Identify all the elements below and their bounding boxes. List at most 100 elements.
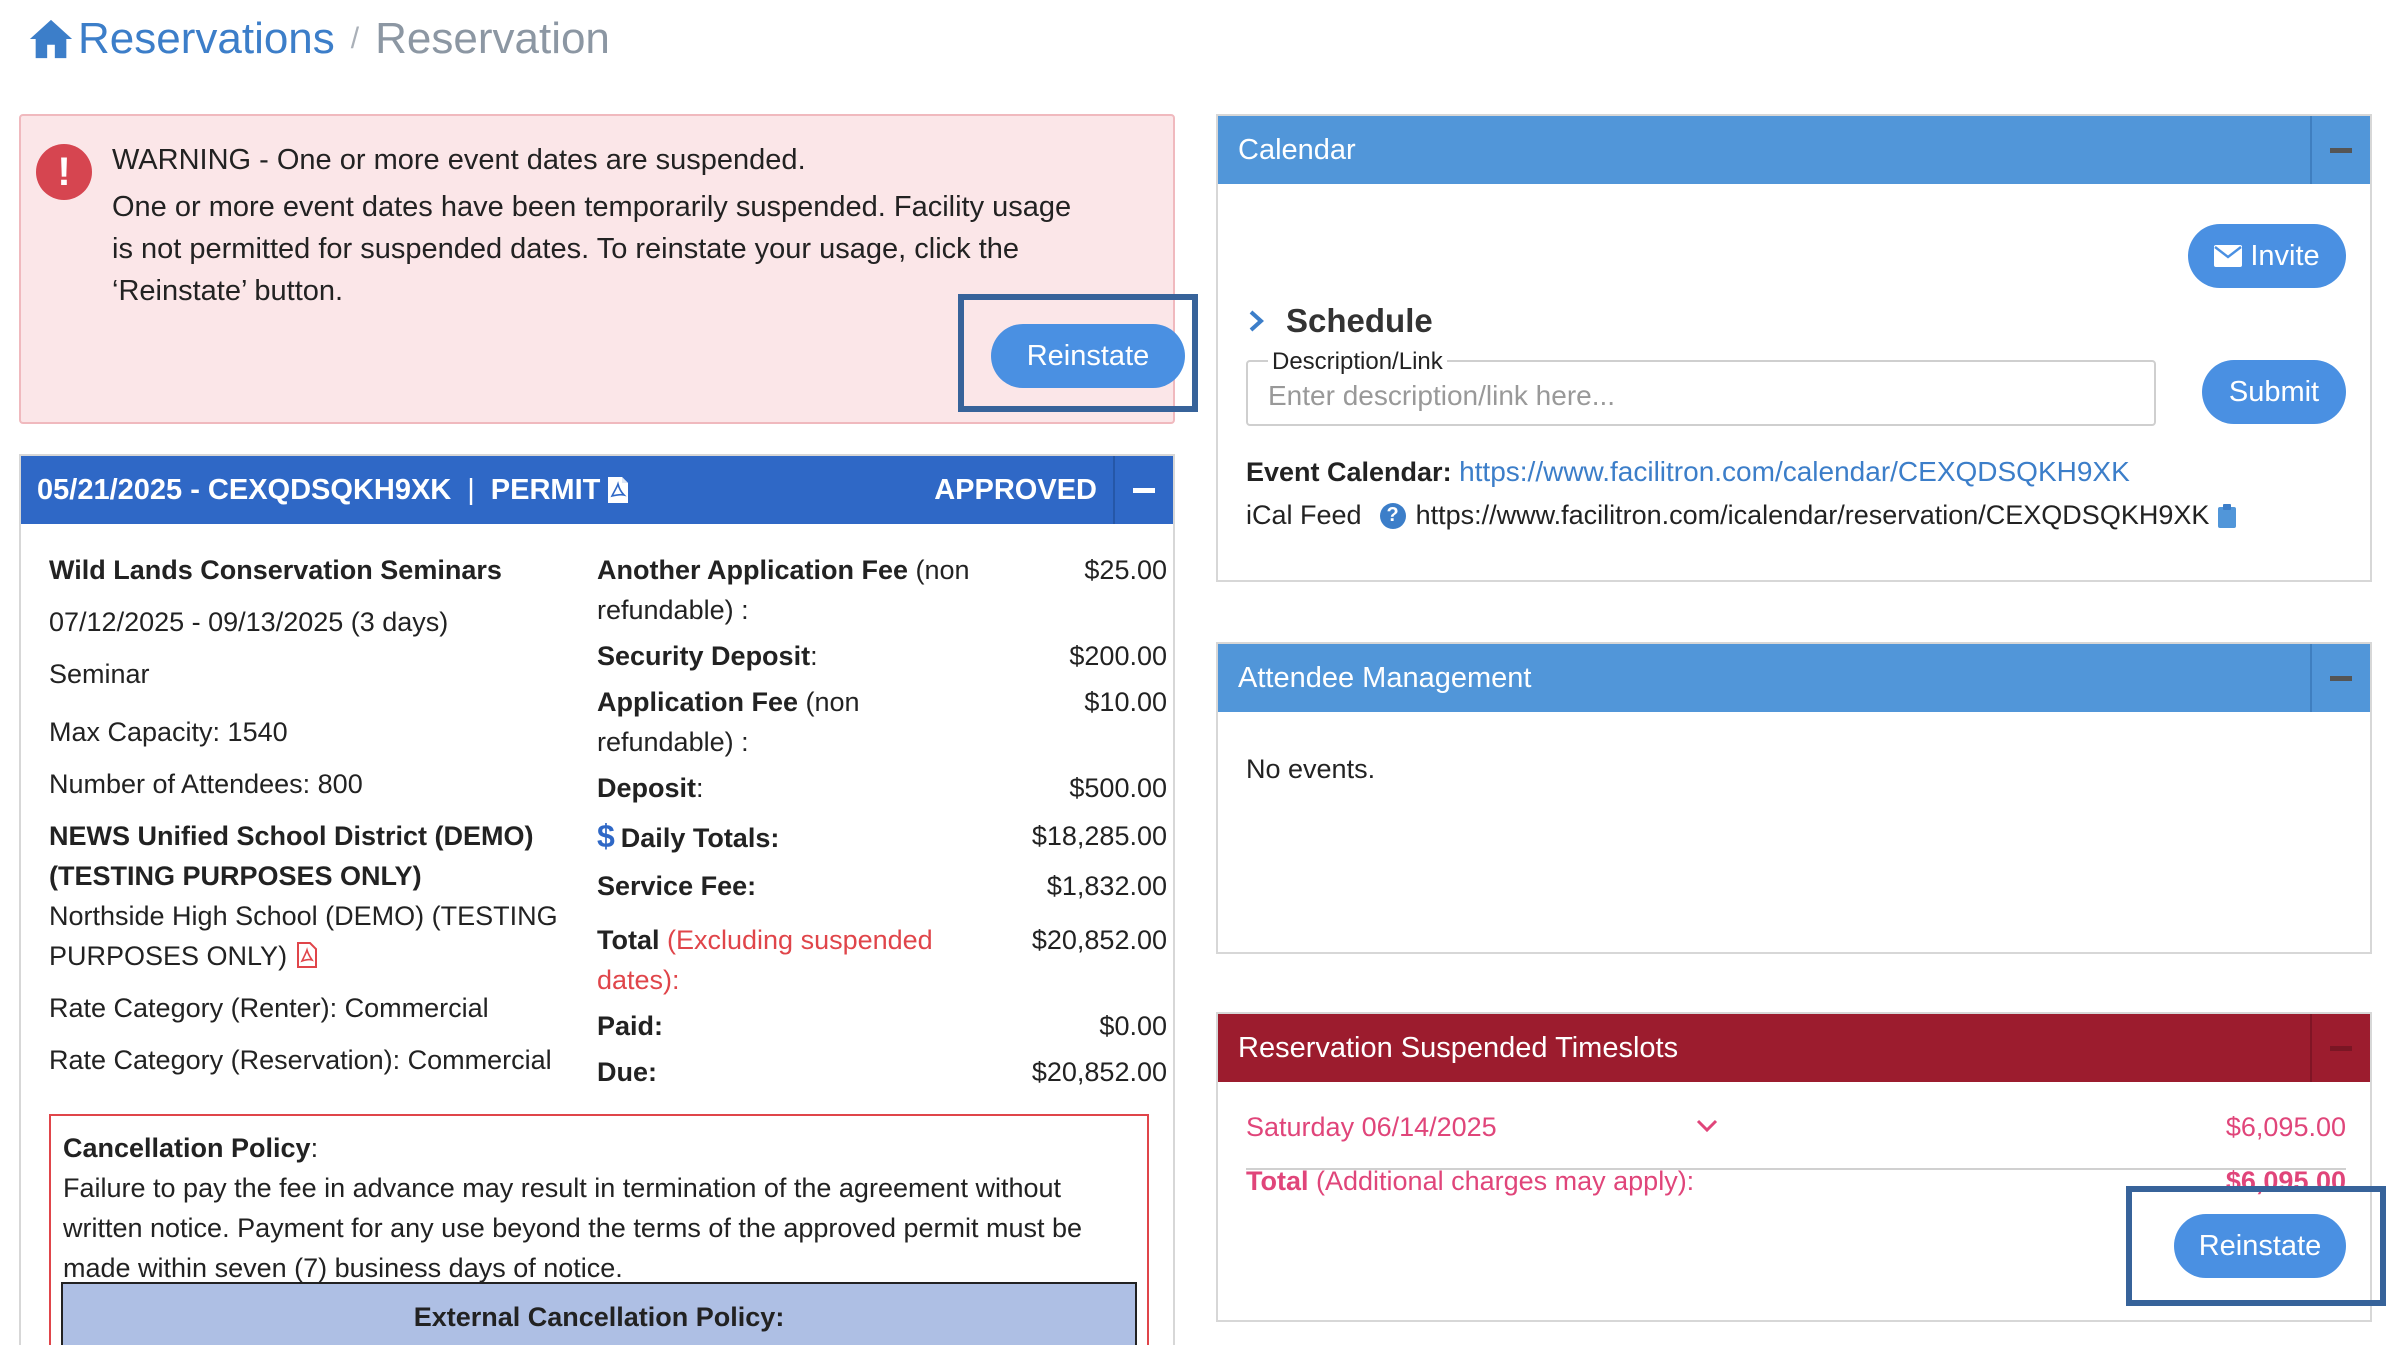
submit-button[interactable]: Submit: [2202, 360, 2346, 424]
calendar-title: Calendar: [1238, 133, 1356, 166]
minus-icon: [2330, 147, 2352, 153]
collapse-button[interactable]: [2310, 1014, 2370, 1082]
empty-state: No events.: [1246, 754, 1376, 784]
reservation-header: 05/21/2025 - CEXQDSQKH9XK | PERMIT APPRO…: [21, 456, 1173, 524]
fee-summary: Another Application Fee (non refundable)…: [597, 550, 1167, 1092]
event-title: Wild Lands Conservation Seminars: [49, 555, 502, 585]
fee-amount: $20,852.00: [1031, 925, 1167, 955]
reservation-panel: 05/21/2025 - CEXQDSQKH9XK | PERMIT APPRO…: [19, 454, 1175, 1345]
highlight-box-reinstate-top: [958, 294, 1198, 412]
event-calendar-label: Event Calendar:: [1246, 457, 1452, 487]
fee-label: Paid:: [597, 1011, 664, 1041]
reservation-date-code: 05/21/2025 - CEXQDSQKH9XK: [37, 473, 452, 506]
fee-label: Due:: [597, 1057, 657, 1087]
schedule-toggle[interactable]: Schedule: [1248, 302, 1433, 340]
fee-amount: $18,285.00: [1031, 821, 1167, 851]
mail-icon: [2214, 245, 2243, 267]
fee-label: Application Fee: [597, 687, 799, 717]
fee-amount: $25.00: [1084, 555, 1167, 585]
event-calendar: Event Calendar: https://www.facilitron.c…: [1246, 456, 2130, 488]
alert-icon: !: [36, 144, 92, 200]
breadcrumb-current: Reservation: [375, 14, 610, 63]
home-icon[interactable]: [28, 17, 74, 61]
fee-amount: $0.00: [1099, 1011, 1167, 1041]
attendee-panel: Attendee Management No events.: [1216, 642, 2372, 954]
clipboard-icon[interactable]: [2217, 503, 2237, 529]
fee-row: Another Application Fee (non refundable)…: [597, 550, 1167, 630]
fee-row: Security Deposit: $200.00: [597, 636, 1167, 676]
ical-feed: iCal Feed ? https://www.facilitron.com/i…: [1246, 500, 2237, 531]
dollar-icon[interactable]: $: [597, 818, 615, 854]
breadcrumb-reservations-link[interactable]: Reservations: [78, 14, 335, 64]
fee-label: Deposit: [597, 773, 697, 803]
reservation-details: Wild Lands Conservation Seminars 07/12/2…: [49, 550, 589, 1080]
rate-category-renter: Rate Category (Renter): Commercial: [49, 993, 489, 1023]
description-label: Description/Link: [1268, 348, 1447, 376]
ical-label: iCal Feed: [1246, 500, 1362, 530]
rate-category-reservation: Rate Category (Reservation): Commercial: [49, 1045, 552, 1075]
fee-row: Due: $20,852.00: [597, 1052, 1167, 1092]
highlight-box-reinstate-bottom: [2126, 1186, 2386, 1306]
fee-label: Security Deposit: [597, 641, 811, 671]
district-name: NEWS Unified School District (DEMO) (TES…: [49, 821, 534, 891]
suspended-total-label: Total: [1246, 1166, 1309, 1196]
event-date-range: 07/12/2025 - 09/13/2025 (3 days): [49, 607, 449, 637]
cancellation-policy: Cancellation Policy: Failure to pay the …: [49, 1114, 1149, 1345]
header-separator: |: [467, 473, 475, 506]
external-cancellation-policy: External Cancellation Policy:: [61, 1282, 1137, 1345]
calendar-header: Calendar: [1218, 116, 2370, 184]
fee-amount: $500.00: [1069, 773, 1167, 803]
cancellation-colon: :: [310, 1133, 319, 1163]
warning-title: WARNING - One or more event dates are su…: [112, 144, 806, 176]
attendee-header: Attendee Management: [1218, 644, 2370, 712]
ical-url: https://www.facilitron.com/icalendar/res…: [1415, 500, 2210, 530]
suspended-total-note: (Additional charges may apply):: [1308, 1166, 1695, 1196]
help-icon[interactable]: ?: [1379, 502, 1406, 529]
cancellation-text: Failure to pay the fee in advance may re…: [63, 1173, 1083, 1283]
minus-icon: [1133, 487, 1155, 493]
attendee-title: Attendee Management: [1238, 661, 1532, 694]
breadcrumb-separator: /: [350, 22, 360, 55]
fee-row-total: Total (Excluding suspended dates): $20,8…: [597, 920, 1167, 1000]
fee-row: Application Fee (non refundable) : $10.0…: [597, 682, 1167, 762]
cancellation-label: Cancellation Policy: [63, 1133, 311, 1163]
fee-amount: $1,832.00: [1046, 871, 1167, 901]
fee-row: Service Fee: $1,832.00: [597, 866, 1167, 906]
permit-link[interactable]: PERMIT: [491, 474, 601, 507]
reservation-status: APPROVED: [934, 473, 1097, 506]
chevron-down-icon[interactable]: [1696, 1118, 1718, 1134]
event-calendar-link[interactable]: https://www.facilitron.com/calendar/CEXQ…: [1459, 456, 2130, 487]
invite-label: Invite: [2250, 239, 2320, 272]
suspended-title: Reservation Suspended Timeslots: [1238, 1031, 1679, 1064]
fee-colon: :: [810, 641, 818, 671]
suspended-amount: $6,095.00: [2225, 1112, 2346, 1142]
invite-button[interactable]: Invite: [2188, 224, 2346, 288]
fee-amount: $10.00: [1084, 687, 1167, 717]
suspended-timeslot-row[interactable]: Saturday 06/14/2025 $6,095.00: [1246, 1112, 2346, 1170]
collapse-button[interactable]: [1113, 456, 1173, 524]
fee-row: Paid: $0.00: [597, 1006, 1167, 1046]
fee-label: Total: [597, 925, 660, 955]
fee-row: Deposit: $500.00: [597, 768, 1167, 808]
schedule-label: Schedule: [1286, 302, 1433, 339]
suspended-date: Saturday 06/14/2025: [1246, 1112, 1497, 1142]
fee-colon: :: [696, 773, 704, 803]
breadcrumb: Reservations / Reservation: [28, 14, 610, 64]
fee-amount: $200.00: [1069, 641, 1167, 671]
pdf-icon[interactable]: [608, 477, 629, 503]
collapse-button[interactable]: [2310, 116, 2370, 184]
school-name: Northside High School (DEMO) (TESTING PU…: [49, 896, 589, 976]
fee-label: Service Fee:: [597, 871, 757, 901]
warning-body: One or more event dates have been tempor…: [112, 191, 1072, 307]
collapse-button[interactable]: [2310, 644, 2370, 712]
minus-icon: [2330, 1045, 2352, 1051]
fee-amount: $20,852.00: [1031, 1057, 1167, 1087]
max-capacity: Max Capacity: 1540: [49, 717, 288, 747]
pdf-icon[interactable]: [297, 942, 318, 968]
fee-label: Another Application Fee: [597, 555, 909, 585]
suspended-header: Reservation Suspended Timeslots: [1218, 1014, 2370, 1082]
attendee-count: Number of Attendees: 800: [49, 769, 363, 799]
fee-label: Daily Totals:: [620, 823, 780, 853]
minus-icon: [2330, 675, 2352, 681]
event-type: Seminar: [49, 659, 150, 689]
